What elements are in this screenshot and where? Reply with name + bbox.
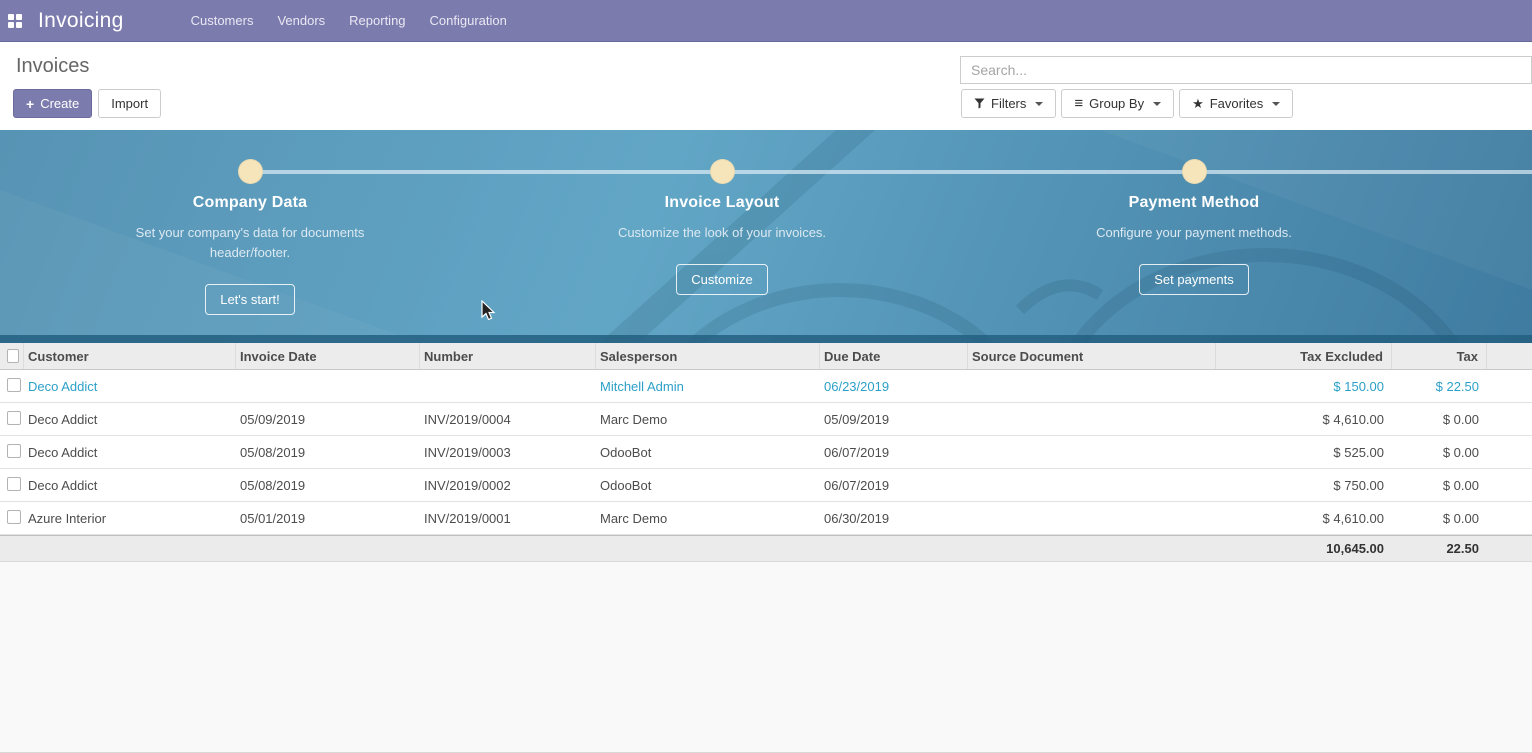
- lets-start-button[interactable]: Let's start!: [205, 284, 295, 315]
- col-header-customer[interactable]: Customer: [24, 343, 236, 369]
- cell-due-date[interactable]: 06/30/2019: [820, 511, 968, 526]
- table-row[interactable]: Deco Addict 05/08/2019 INV/2019/0002 Odo…: [0, 469, 1532, 502]
- cell-tax[interactable]: $ 0.00: [1392, 478, 1487, 493]
- table-row[interactable]: Deco Addict 05/08/2019 INV/2019/0003 Odo…: [0, 436, 1532, 469]
- star-icon: ★: [1192, 97, 1204, 110]
- total-tax-excluded: 10,645.00: [1216, 541, 1392, 556]
- cell-tax[interactable]: $ 22.50: [1392, 379, 1487, 394]
- control-panel: Invoices + Create Import Filters ≡ Group…: [0, 42, 1532, 130]
- cell-number[interactable]: INV/2019/0001: [420, 511, 596, 526]
- menu-vendors[interactable]: Vendors: [266, 1, 336, 40]
- menu-configuration[interactable]: Configuration: [419, 1, 518, 40]
- row-checkbox[interactable]: [7, 510, 21, 524]
- table-footer-row: 10,645.00 22.50: [0, 535, 1532, 562]
- cell-tax-excluded[interactable]: $ 525.00: [1216, 445, 1392, 460]
- col-header-salesperson[interactable]: Salesperson: [596, 343, 820, 369]
- row-checkbox[interactable]: [7, 477, 21, 491]
- onboarding-progress-line: [250, 170, 1532, 174]
- caret-down-icon: [1153, 102, 1161, 106]
- filter-funnel-icon: [974, 98, 985, 109]
- step-description: Set your company's data for documents he…: [125, 223, 375, 263]
- row-checkbox[interactable]: [7, 411, 21, 425]
- cell-tax[interactable]: $ 0.00: [1392, 412, 1487, 427]
- onboarding-banner: Company Data Set your company's data for…: [0, 130, 1532, 343]
- cell-due-date[interactable]: 06/23/2019: [820, 379, 968, 394]
- favorites-button[interactable]: ★ Favorites: [1179, 89, 1293, 118]
- group-by-icon: ≡: [1074, 96, 1083, 111]
- empty-area: [0, 562, 1532, 753]
- app-title: Invoicing: [38, 9, 124, 33]
- onboarding-step-company-data: Company Data Set your company's data for…: [90, 194, 410, 315]
- cell-customer[interactable]: Azure Interior: [24, 511, 236, 526]
- cell-customer[interactable]: Deco Addict: [24, 379, 236, 394]
- caret-down-icon: [1272, 102, 1280, 106]
- table-row[interactable]: Deco Addict 05/09/2019 INV/2019/0004 Mar…: [0, 403, 1532, 436]
- onboarding-step-invoice-layout: Invoice Layout Customize the look of you…: [562, 194, 882, 295]
- filters-button[interactable]: Filters: [961, 89, 1056, 118]
- menu-customers[interactable]: Customers: [180, 1, 265, 40]
- cell-due-date[interactable]: 05/09/2019: [820, 412, 968, 427]
- cell-tax[interactable]: $ 0.00: [1392, 445, 1487, 460]
- col-header-number[interactable]: Number: [420, 343, 596, 369]
- cell-salesperson[interactable]: OdooBot: [596, 478, 820, 493]
- cell-due-date[interactable]: 06/07/2019: [820, 445, 968, 460]
- col-header-due-date[interactable]: Due Date: [820, 343, 968, 369]
- col-header-tax[interactable]: Tax: [1392, 343, 1487, 369]
- top-navbar: Invoicing Customers Vendors Reporting Co…: [0, 0, 1532, 42]
- cell-invoice-date[interactable]: 05/08/2019: [236, 478, 420, 493]
- menu-reporting[interactable]: Reporting: [338, 1, 416, 40]
- total-tax: 22.50: [1392, 541, 1487, 556]
- set-payments-button[interactable]: Set payments: [1139, 264, 1249, 295]
- cell-due-date[interactable]: 06/07/2019: [820, 478, 968, 493]
- search-input[interactable]: [960, 56, 1532, 84]
- cell-invoice-date[interactable]: 05/01/2019: [236, 511, 420, 526]
- cell-salesperson[interactable]: Marc Demo: [596, 412, 820, 427]
- row-checkbox[interactable]: [7, 378, 21, 392]
- step-description: Customize the look of your invoices.: [597, 223, 847, 243]
- row-checkbox[interactable]: [7, 444, 21, 458]
- step-description: Configure your payment methods.: [1069, 223, 1319, 243]
- cell-tax-excluded[interactable]: $ 4,610.00: [1216, 412, 1392, 427]
- plus-icon: +: [26, 97, 34, 111]
- table-header-row: Customer Invoice Date Number Salesperson…: [0, 343, 1532, 370]
- cell-customer[interactable]: Deco Addict: [24, 412, 236, 427]
- customize-button[interactable]: Customize: [676, 264, 767, 295]
- cell-invoice-date[interactable]: 05/09/2019: [236, 412, 420, 427]
- invoices-table: Customer Invoice Date Number Salesperson…: [0, 343, 1532, 562]
- table-row[interactable]: Deco Addict Mitchell Admin 06/23/2019 $ …: [0, 370, 1532, 403]
- col-header-tax-excluded[interactable]: Tax Excluded: [1216, 343, 1392, 369]
- create-button[interactable]: + Create: [13, 89, 92, 118]
- onboarding-step-payment-method: Payment Method Configure your payment me…: [1034, 194, 1354, 295]
- cell-invoice-date[interactable]: 05/08/2019: [236, 445, 420, 460]
- cell-customer[interactable]: Deco Addict: [24, 445, 236, 460]
- cell-tax-excluded[interactable]: $ 750.00: [1216, 478, 1392, 493]
- cell-tax-excluded[interactable]: $ 4,610.00: [1216, 511, 1392, 526]
- select-all-checkbox[interactable]: [7, 349, 19, 363]
- cell-number[interactable]: INV/2019/0003: [420, 445, 596, 460]
- invoicing-page: Invoicing Customers Vendors Reporting Co…: [0, 0, 1532, 753]
- cell-customer[interactable]: Deco Addict: [24, 478, 236, 493]
- step-title: Payment Method: [1034, 194, 1354, 212]
- group-by-button[interactable]: ≡ Group By: [1061, 89, 1174, 118]
- import-button[interactable]: Import: [98, 89, 161, 118]
- cell-salesperson[interactable]: Mitchell Admin: [596, 379, 820, 394]
- page-title: Invoices: [16, 55, 89, 78]
- step-title: Invoice Layout: [562, 194, 882, 212]
- cell-salesperson[interactable]: Marc Demo: [596, 511, 820, 526]
- col-header-source-document[interactable]: Source Document: [968, 343, 1216, 369]
- col-header-invoice-date[interactable]: Invoice Date: [236, 343, 420, 369]
- step-dot-invoice-layout[interactable]: [710, 159, 735, 184]
- main-menu: Customers Vendors Reporting Configuratio…: [180, 1, 518, 40]
- cell-salesperson[interactable]: OdooBot: [596, 445, 820, 460]
- cell-tax-excluded[interactable]: $ 150.00: [1216, 379, 1392, 394]
- step-title: Company Data: [90, 194, 410, 212]
- cell-number[interactable]: INV/2019/0004: [420, 412, 596, 427]
- caret-down-icon: [1035, 102, 1043, 106]
- step-dot-payment-method[interactable]: [1182, 159, 1207, 184]
- step-dot-company-data[interactable]: [238, 159, 263, 184]
- table-row[interactable]: Azure Interior 05/01/2019 INV/2019/0001 …: [0, 502, 1532, 535]
- cell-number[interactable]: INV/2019/0002: [420, 478, 596, 493]
- apps-grid-icon[interactable]: [8, 14, 22, 28]
- cell-tax[interactable]: $ 0.00: [1392, 511, 1487, 526]
